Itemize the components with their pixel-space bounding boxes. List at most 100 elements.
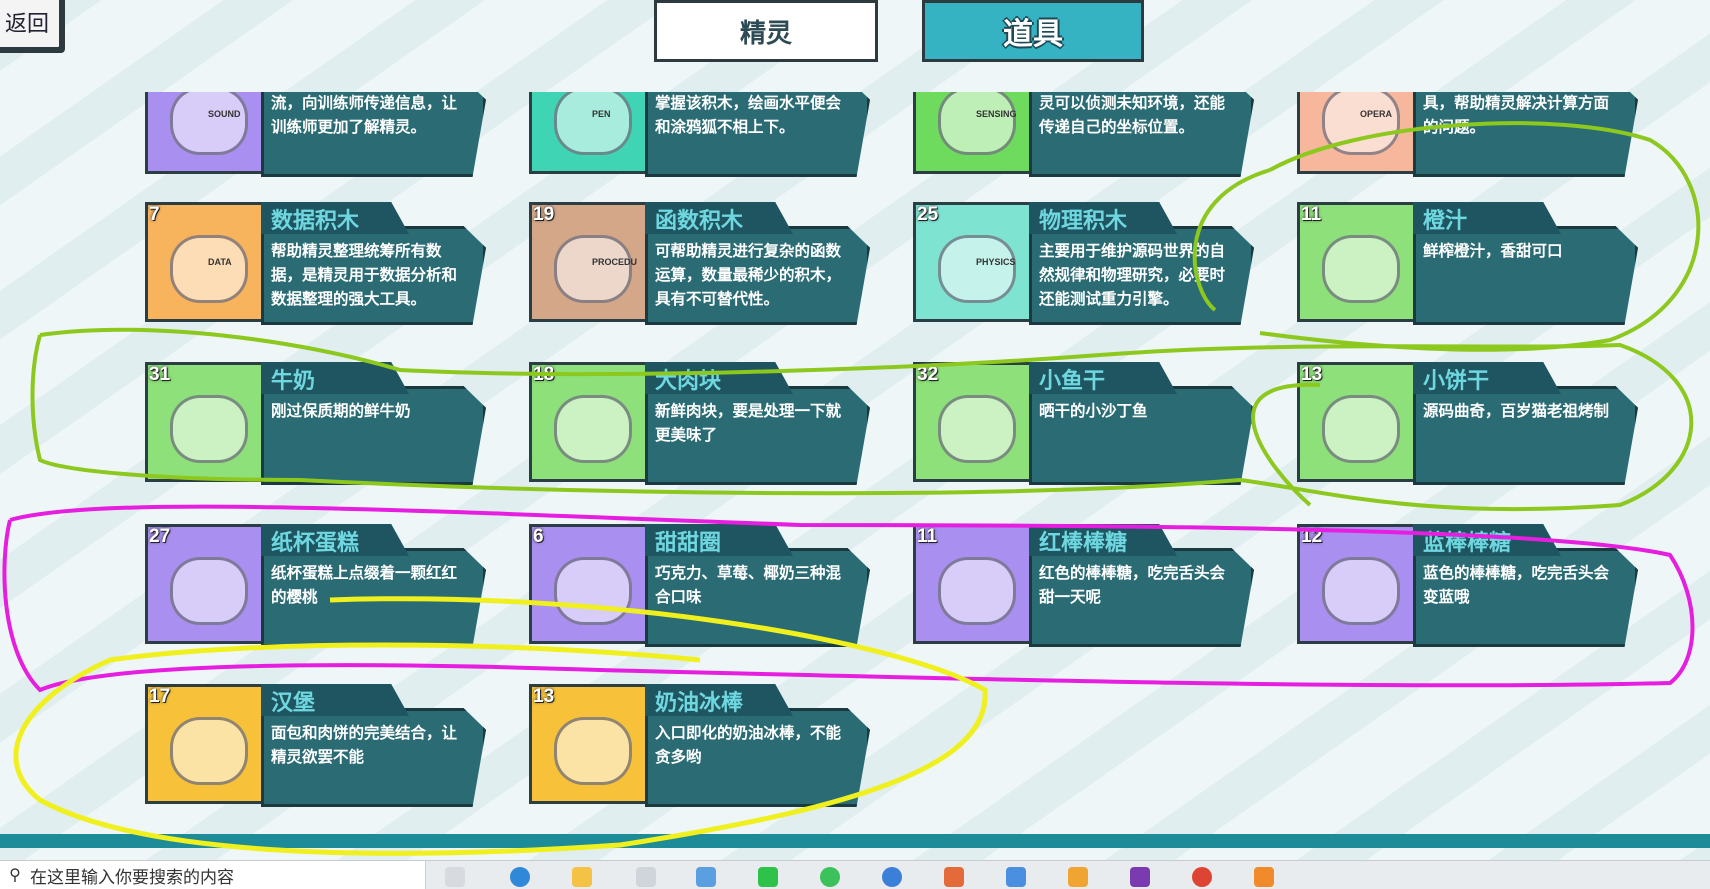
item-description: 巧克力、草莓、椰奶三种混合口味 (655, 565, 842, 606)
tab-items[interactable]: 道具 (922, 0, 1144, 62)
item-count: 11 (1301, 204, 1322, 225)
tab-sprite-label: 精灵 (739, 17, 792, 48)
item-card-meat[interactable]: 18 大肉块新鲜肉块，要是处理一下就更美味了 (529, 362, 874, 487)
item-count: 25 (917, 204, 939, 225)
wechat-icon[interactable] (820, 867, 840, 887)
item-card-procedure[interactable]: PROCEDU 19 函数积木可帮助精灵进行复杂的函数运算，数量最稀少的积木，具有不… (529, 202, 874, 327)
item-card-cookie[interactable]: 13 小饼干 源码曲奇，百岁猫老祖烤制 (1297, 362, 1642, 487)
item-illustration (170, 557, 248, 625)
chrome-icon[interactable] (1192, 867, 1212, 887)
app-icon[interactable] (882, 867, 902, 887)
block-badge: PROCEDU (592, 257, 638, 267)
pen-block-icon: PEN (529, 92, 649, 174)
data-block-icon: DATA (145, 202, 265, 322)
item-name: 数据积木 (271, 208, 360, 233)
item-name: 纸杯蛋糕 (271, 530, 360, 555)
item-count: 6 (533, 526, 544, 547)
item-description: 入口即化的奶油冰棒，不能贪多哟 (655, 725, 842, 766)
item-count: 11 (917, 526, 938, 547)
item-card-icecream[interactable]: 13 奶油冰棒入口即化的奶油冰棒，不能贪多哟 (529, 684, 874, 809)
item-illustration (554, 92, 632, 155)
item-name: 橙汁 (1423, 208, 1468, 233)
item-illustration (938, 92, 1016, 155)
search-placeholder: 在这里输入你要搜索的内容 (30, 867, 234, 887)
item-description: 可帮助精灵进行复杂的函数运算，数量最稀少的积木，具有不可替代性。 (655, 243, 842, 308)
item-count: 13 (533, 686, 555, 707)
item-name: 小饼干 (1423, 368, 1490, 393)
onenote-icon[interactable] (1130, 867, 1150, 887)
edge-icon[interactable] (510, 867, 530, 887)
item-name: 牛奶 (271, 368, 316, 393)
item-count: 32 (917, 364, 939, 385)
app-icon[interactable] (944, 867, 964, 887)
operator-block-icon: OPERA (1297, 92, 1417, 174)
item-description: 面包和肉饼的完美结合，让精灵欲罢不能 (271, 725, 458, 766)
back-label: 返回 (4, 11, 49, 36)
item-description: 刚过保质期的鲜牛奶 (271, 403, 411, 420)
taskview-icon[interactable] (445, 867, 465, 887)
app-icon[interactable] (1006, 867, 1026, 887)
item-card-burger[interactable]: 17 汉堡 面包和肉饼的完美结合，让精灵欲罢不能 (145, 684, 490, 809)
iqiyi-icon[interactable] (758, 867, 778, 887)
item-name: 红棒棒糖 (1039, 530, 1128, 555)
item-description: 鲜榨橙汁，香甜可口 (1423, 243, 1563, 260)
item-count: 13 (1301, 364, 1323, 385)
back-button[interactable]: 返回 (0, 0, 62, 50)
block-badge: PHYSICS (976, 257, 1016, 267)
app-icon[interactable] (1068, 867, 1088, 887)
taskbar-search[interactable]: ⚲ 在这里输入你要搜索的内容 (0, 861, 426, 889)
item-illustration (170, 395, 248, 463)
app-icon[interactable] (1254, 867, 1274, 887)
item-description: 纸杯蛋糕上点缀着一颗红红的樱桃 (271, 565, 458, 606)
tab-sprite[interactable]: 精灵 (654, 0, 878, 62)
item-card-fish[interactable]: 32 小鱼干 晒干的小沙丁鱼 (913, 362, 1258, 487)
item-description: 主要用于维护源码世界的自然规律和物理研究，必要时还能测试重力引擎。 (1039, 243, 1226, 308)
item-description: 流，向训练师传递信息，让训练师更加了解精灵。 (271, 95, 458, 136)
item-count: 31 (149, 364, 171, 385)
item-count: 18 (533, 364, 555, 385)
item-illustration (938, 235, 1016, 303)
item-description: 新鲜肉块，要是处理一下就更美味了 (655, 403, 842, 444)
windows-taskbar: ⚲ 在这里输入你要搜索的内容 (0, 860, 1710, 889)
item-card-pen[interactable]: PEN 掌握该积木，绘画水平便会和涂鸦狐不相上下。 (529, 92, 874, 179)
item-illustration (554, 557, 632, 625)
item-card-sensing[interactable]: SENSING 灵可以侦测未知环境，还能传递自己的坐标位置。 (913, 92, 1258, 179)
item-card-operator[interactable]: OPERA 具，帮助精灵解决计算方面的问题。 (1297, 92, 1642, 179)
item-card-cupcake[interactable]: 27 纸杯蛋糕纸杯蛋糕上点缀着一颗红红的樱桃 (145, 524, 490, 649)
item-illustration (1322, 557, 1400, 625)
item-name: 函数积木 (655, 208, 744, 233)
item-description: 具，帮助精灵解决计算方面的问题。 (1423, 95, 1610, 136)
app-icon[interactable] (636, 867, 656, 887)
item-name: 大肉块 (655, 368, 722, 393)
item-card-sound[interactable]: SOUND 流，向训练师传递信息，让训练师更加了解精灵。 (145, 92, 490, 179)
item-grid: SOUND 流，向训练师传递信息，让训练师更加了解精灵。 PEN 掌握该积木，绘画水平… (0, 92, 1710, 832)
item-count: 27 (149, 526, 171, 547)
folder-icon[interactable] (572, 867, 592, 887)
item-name: 奶油冰棒 (655, 690, 744, 715)
item-card-data[interactable]: DATA 7 数据积木 帮助精灵整理统筹所有数据，是精灵用于数据分析和数据整理的强大工… (145, 202, 490, 327)
item-illustration (170, 235, 248, 303)
app-icon[interactable] (696, 867, 716, 887)
item-illustration (170, 92, 248, 155)
sound-block-icon: SOUND (145, 92, 265, 174)
item-card-blue-lollipop[interactable]: 12 蓝棒棒糖 蓝色的棒棒糖，吃完舌头会变蓝哦 (1297, 524, 1642, 649)
item-illustration (1322, 235, 1400, 303)
item-illustration (554, 235, 632, 303)
item-card-orange[interactable]: 11 橙汁鲜榨橙汁，香甜可口 (1297, 202, 1642, 327)
item-card-physics[interactable]: PHYSICS 25 物理积木 主要用于维护源码世界的自然规律和物理研究，必要时还能测… (913, 202, 1258, 327)
block-badge: SENSING (976, 109, 1017, 119)
item-card-red-lollipop[interactable]: 11 红棒棒糖 红色的棒棒糖，吃完舌头会甜一天呢 (913, 524, 1258, 649)
block-badge: SOUND (208, 109, 241, 119)
item-illustration (1322, 92, 1400, 155)
item-name: 汉堡 (271, 690, 316, 715)
tray-icons[interactable] (1500, 867, 1700, 887)
item-count: 12 (1301, 526, 1323, 547)
item-card-milk[interactable]: 31 牛奶刚过保质期的鲜牛奶 (145, 362, 490, 487)
item-illustration (1322, 395, 1400, 463)
item-count: 19 (533, 204, 555, 225)
item-description: 掌握该积木，绘画水平便会和涂鸦狐不相上下。 (655, 95, 842, 136)
item-illustration (170, 717, 248, 785)
item-card-donut[interactable]: 6 甜甜圈 巧克力、草莓、椰奶三种混合口味 (529, 524, 874, 649)
sensing-block-icon: SENSING (913, 92, 1033, 174)
item-description: 晒干的小沙丁鱼 (1039, 403, 1148, 420)
